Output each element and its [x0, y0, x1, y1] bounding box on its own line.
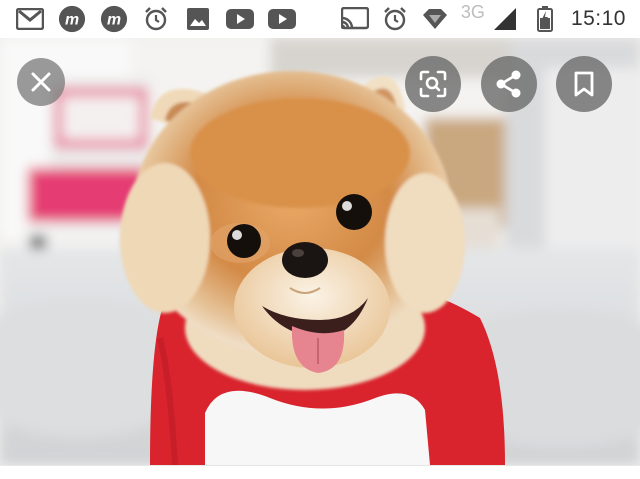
svg-text:m: m	[107, 12, 121, 29]
network-type-label: 3G	[460, 1, 485, 22]
close-button[interactable]	[17, 58, 65, 106]
alarm-icon	[142, 5, 170, 33]
bookmark-icon	[574, 71, 594, 97]
save-button[interactable]	[556, 56, 612, 112]
bottom-strip	[0, 465, 640, 479]
youtube-icon	[226, 5, 254, 33]
alarm-icon-2	[381, 5, 409, 33]
pomeranian-dog-photo[interactable]	[0, 38, 640, 465]
status-bar: m m 3G 15:10	[0, 0, 640, 38]
gallery-icon	[184, 5, 212, 33]
notification-icons: m m	[0, 5, 296, 33]
gmail-icon	[16, 5, 44, 33]
signal-icon	[491, 5, 519, 33]
m-app-icon: m	[58, 5, 86, 33]
battery-icon	[531, 5, 559, 33]
photo-scene	[0, 38, 640, 465]
youtube-icon-2	[268, 5, 296, 33]
system-icons: 3G 15:10	[340, 1, 640, 33]
lens-button[interactable]	[405, 56, 461, 112]
share-icon	[496, 70, 521, 98]
cast-icon	[340, 5, 369, 33]
data-saver-icon	[421, 5, 449, 33]
m-app-icon-2: m	[100, 5, 128, 33]
status-bar-clock: 15:10	[570, 7, 626, 30]
close-icon	[31, 72, 51, 92]
share-button[interactable]	[481, 56, 537, 112]
svg-text:m: m	[65, 12, 79, 29]
lens-search-icon	[419, 70, 447, 98]
image-viewer-screen: m m 3G 15:10	[0, 0, 640, 479]
